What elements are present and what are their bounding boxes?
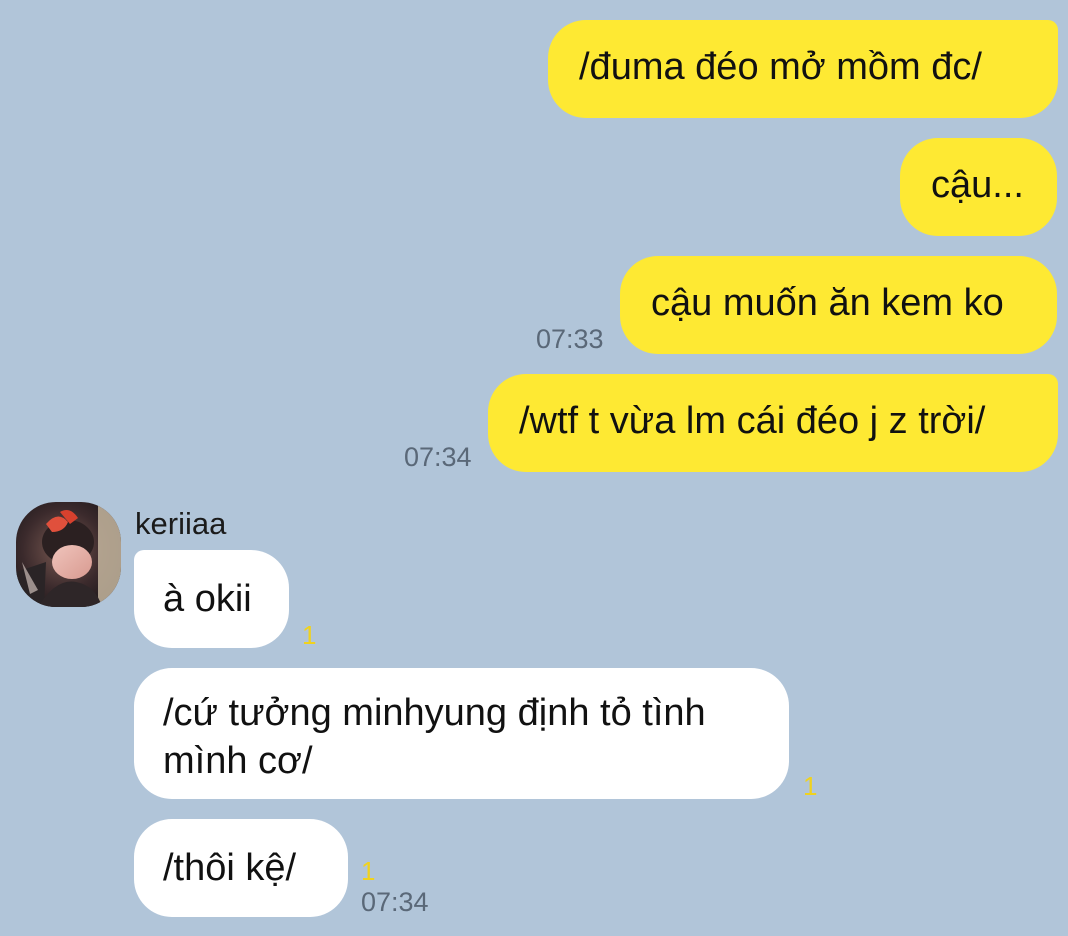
contact-avatar[interactable] xyxy=(16,502,121,607)
sent-message-bubble[interactable]: cậu... xyxy=(900,138,1057,236)
message-text: à okii xyxy=(163,578,252,620)
message-text-line: mình cơ/ xyxy=(163,740,313,782)
unread-count: 1 xyxy=(803,771,818,801)
message-text: /wtf t vừa lm cái đéo j z trời/ xyxy=(519,400,986,442)
unread-count: 1 xyxy=(302,620,317,650)
chat-screen: { "conversation": { "sent": [ { "text": … xyxy=(0,0,1068,936)
message-text: /thôi kệ/ xyxy=(163,847,297,889)
profile-photo-icon xyxy=(16,502,121,607)
sent-message-bubble[interactable]: /đuma đéo mở mồm đc/ xyxy=(548,20,1058,118)
contact-name: keriiaa xyxy=(135,506,227,541)
received-message-bubble[interactable]: /cứ tưởng minhyung định tỏ tình mình cơ/ xyxy=(134,668,789,799)
received-message-bubble[interactable]: /thôi kệ/ xyxy=(134,819,348,917)
message-text-line: /cứ tưởng minhyung định tỏ tình xyxy=(163,692,706,734)
received-message-bubble[interactable]: à okii xyxy=(134,550,289,648)
message-text: cậu... xyxy=(931,164,1024,206)
message-text: /đuma đéo mở mồm đc/ xyxy=(579,46,982,88)
message-timestamp: 07:33 xyxy=(536,324,604,354)
message-text: cậu muốn ăn kem ko xyxy=(651,282,1004,324)
message-timestamp: 07:34 xyxy=(361,887,429,917)
sent-message-bubble[interactable]: cậu muốn ăn kem ko xyxy=(620,256,1057,354)
sent-message-bubble[interactable]: /wtf t vừa lm cái đéo j z trời/ xyxy=(488,374,1058,472)
message-timestamp: 07:34 xyxy=(404,442,472,472)
unread-count: 1 xyxy=(361,856,376,886)
